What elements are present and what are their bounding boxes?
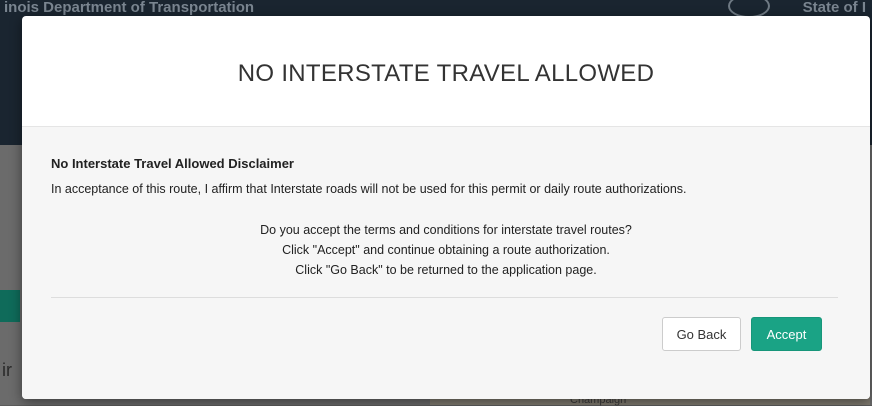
disclaimer-title: No Interstate Travel Allowed Disclaimer [51,156,294,171]
background-site-title: inois Department of Transportation [4,0,255,16]
modal-body: No Interstate Travel Allowed Disclaimer … [22,127,870,399]
background-state-label: State of I [802,0,866,16]
accept-button[interactable]: Accept [751,317,822,351]
terms-question: Do you accept the terms and conditions f… [260,223,632,237]
terms-accept-hint: Click "Accept" and continue obtaining a … [282,243,610,257]
terms-back-hint: Click "Go Back" to be returned to the ap… [295,263,597,277]
modal-title: NO INTERSTATE TRAVEL ALLOWED [237,59,655,87]
terms-text: Do you accept the terms and conditions f… [22,220,870,280]
disclaimer-text: In acceptance of this route, I affirm th… [51,182,687,196]
background-fragment: ir [2,360,12,380]
divider [51,297,838,298]
go-back-button[interactable]: Go Back [662,317,741,351]
modal-header: NO INTERSTATE TRAVEL ALLOWED [22,16,870,127]
interstate-modal: NO INTERSTATE TRAVEL ALLOWED No Intersta… [22,16,870,399]
background-nav-strip [0,290,20,322]
